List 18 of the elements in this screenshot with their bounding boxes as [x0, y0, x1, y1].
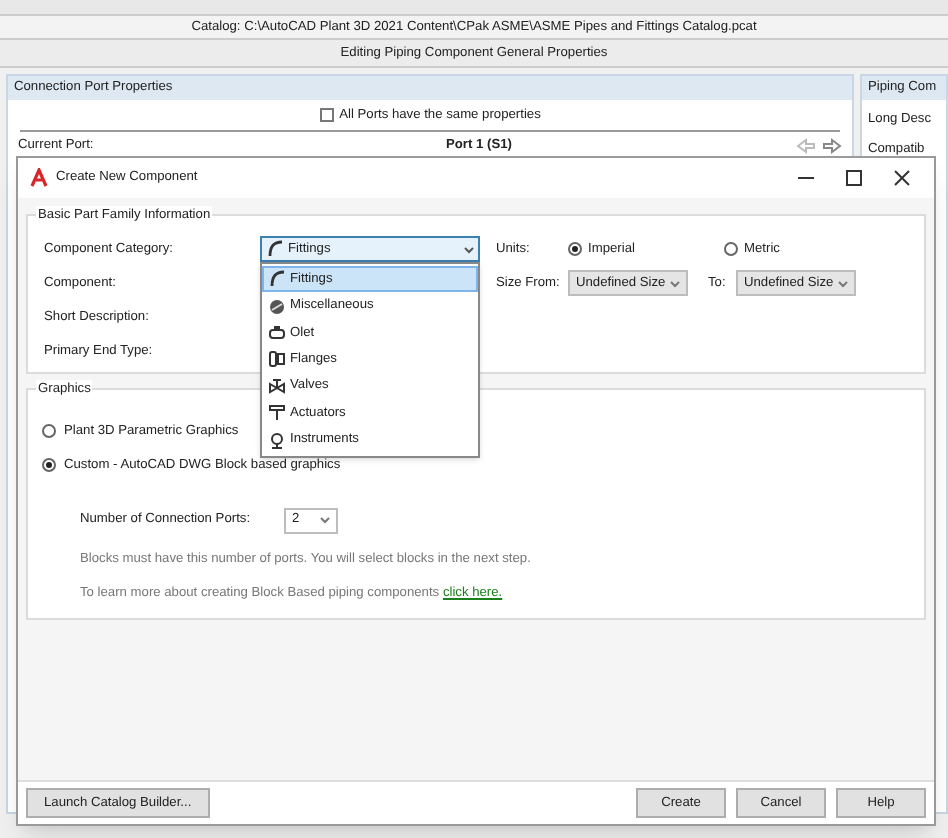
app-logo-icon [30, 168, 48, 188]
radio-button[interactable] [724, 241, 738, 256]
caret-icon [320, 516, 330, 524]
instrument-icon [268, 431, 286, 450]
next-arrow-icon [822, 138, 842, 154]
caret-icon [670, 279, 680, 287]
caret-icon [838, 279, 848, 287]
flange-icon [268, 350, 286, 369]
close-icon[interactable] [894, 170, 910, 186]
radio-button[interactable] [42, 424, 56, 438]
maximize-icon[interactable] [846, 170, 862, 186]
radio-button[interactable] [568, 241, 582, 256]
valve-icon [268, 377, 286, 396]
previous-arrow-icon [796, 138, 816, 154]
caret-icon [464, 245, 474, 253]
checkbox[interactable] [319, 108, 334, 122]
radio-button[interactable] [42, 458, 56, 472]
actuator-icon [268, 404, 286, 423]
